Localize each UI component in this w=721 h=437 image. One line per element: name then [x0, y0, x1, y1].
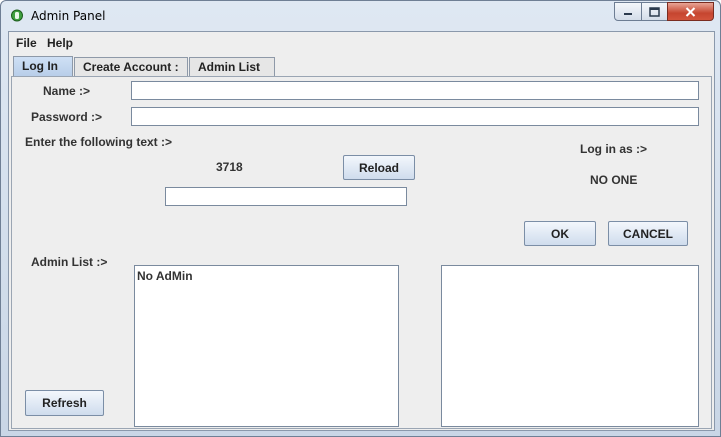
- name-label: Name :>: [43, 84, 91, 98]
- admin-list-label: Admin List :>: [31, 255, 108, 269]
- minimize-button[interactable]: [614, 2, 642, 21]
- admin-detail-box[interactable]: [441, 265, 699, 427]
- title-bar[interactable]: Admin Panel: [1, 1, 720, 30]
- window-title: Admin Panel: [31, 9, 106, 23]
- client-area: File Help Log In : Create Account : Admi…: [8, 31, 715, 431]
- tab-log-in[interactable]: Log In :: [13, 56, 73, 87]
- login-panel: Name :> Password :> Enter the following …: [11, 76, 712, 429]
- menu-help[interactable]: Help: [47, 36, 73, 50]
- close-icon: [685, 6, 696, 17]
- captcha-input[interactable]: [165, 187, 407, 206]
- captcha-prompt: Enter the following text :>: [25, 135, 173, 149]
- captcha-code: 3718: [216, 160, 243, 174]
- maximize-button[interactable]: [641, 2, 668, 21]
- name-field[interactable]: [131, 81, 699, 100]
- log-in-as-value: NO ONE: [590, 173, 638, 187]
- menu-file[interactable]: File: [16, 36, 37, 50]
- cancel-button[interactable]: CANCEL: [608, 221, 688, 246]
- password-label: Password :>: [31, 110, 103, 124]
- admin-list-box[interactable]: No AdMin: [134, 265, 399, 427]
- password-field[interactable]: [131, 107, 699, 126]
- close-button[interactable]: [667, 2, 714, 21]
- minimize-icon: [624, 12, 632, 15]
- tab-admin-list[interactable]: Admin List :: [189, 57, 275, 88]
- app-icon: [11, 9, 23, 22]
- ok-button[interactable]: OK: [524, 221, 596, 246]
- reload-button[interactable]: Reload: [343, 155, 415, 180]
- log-in-as-label: Log in as :>: [580, 142, 648, 156]
- app-window: Admin Panel File Help Log In : Create Ac…: [0, 0, 721, 437]
- list-item[interactable]: No AdMin: [137, 269, 193, 283]
- menu-bar: File Help: [9, 32, 714, 54]
- refresh-button[interactable]: Refresh: [25, 390, 104, 416]
- tab-create-account[interactable]: Create Account :: [74, 57, 188, 77]
- maximize-icon: [649, 6, 660, 17]
